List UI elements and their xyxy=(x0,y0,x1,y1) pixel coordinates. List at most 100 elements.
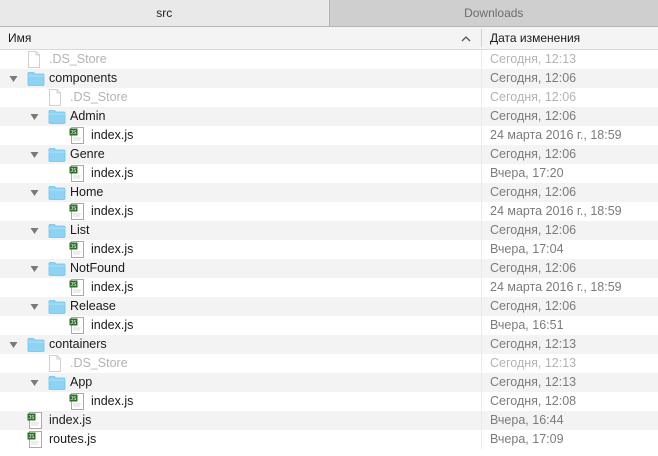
svg-text:JS: JS xyxy=(70,244,76,250)
column-separator xyxy=(481,373,482,392)
svg-text:JS: JS xyxy=(70,320,76,326)
date-modified: Сегодня, 12:06 xyxy=(490,71,577,85)
date-modified: Вчера, 17:20 xyxy=(490,166,564,180)
tab-src[interactable]: src xyxy=(0,0,330,26)
date-modified: 24 марта 2016 г., 18:59 xyxy=(490,280,622,294)
date-modified: Сегодня, 12:13 xyxy=(490,52,577,66)
date-modified: 24 марта 2016 г., 18:59 xyxy=(490,204,622,218)
column-separator xyxy=(481,221,482,240)
column-separator xyxy=(481,297,482,316)
file-row[interactable]: .DS_Store Сегодня, 12:13 xyxy=(0,354,658,373)
folder-row[interactable]: NotFound Сегодня, 12:06 xyxy=(0,259,658,278)
js-file-icon: JS xyxy=(69,317,87,334)
js-file-icon: JS xyxy=(69,127,87,144)
disclosure-triangle-icon[interactable] xyxy=(28,297,40,316)
document-icon xyxy=(48,89,66,106)
column-separator xyxy=(481,392,482,411)
folder-icon xyxy=(48,374,66,391)
date-modified: Сегодня, 12:13 xyxy=(490,375,577,389)
disclosure-triangle-icon[interactable] xyxy=(28,373,40,392)
tab-src-label: src xyxy=(156,6,173,20)
file-name: Genre xyxy=(70,147,105,161)
disclosure-triangle-icon[interactable] xyxy=(7,69,19,88)
sort-ascending-icon[interactable] xyxy=(456,27,476,49)
column-separator xyxy=(481,145,482,164)
folder-row[interactable]: App Сегодня, 12:13 xyxy=(0,373,658,392)
date-modified: Сегодня, 12:06 xyxy=(490,261,577,275)
js-file-icon: JS xyxy=(27,412,45,429)
file-name: .DS_Store xyxy=(70,356,128,370)
svg-text:JS: JS xyxy=(70,396,76,402)
folder-row[interactable]: containers Сегодня, 12:13 xyxy=(0,335,658,354)
svg-text:JS: JS xyxy=(70,206,76,212)
file-name: index.js xyxy=(91,318,134,332)
date-modified: Сегодня, 12:06 xyxy=(490,109,577,123)
file-row[interactable]: .DS_Store Сегодня, 12:13 xyxy=(0,50,658,69)
file-row[interactable]: JS index.js Вчера, 16:44 xyxy=(0,411,658,430)
disclosure-triangle-icon[interactable] xyxy=(28,259,40,278)
date-modified-column-header[interactable]: Дата изменения xyxy=(490,27,580,49)
tab-bar: src Downloads xyxy=(0,0,658,27)
tab-downloads[interactable]: Downloads xyxy=(329,0,658,26)
date-modified: Сегодня, 12:13 xyxy=(490,356,577,370)
js-file-icon: JS xyxy=(69,393,87,410)
js-file-icon: JS xyxy=(69,203,87,220)
column-divider[interactable] xyxy=(481,29,482,47)
folder-icon xyxy=(27,70,45,87)
file-row[interactable]: JS index.js Вчера, 16:51 xyxy=(0,316,658,335)
name-column-header[interactable]: Имя xyxy=(8,27,31,49)
js-file-icon: JS xyxy=(69,241,87,258)
file-row[interactable]: .DS_Store Сегодня, 12:06 xyxy=(0,88,658,107)
folder-icon xyxy=(48,260,66,277)
disclosure-triangle-icon[interactable] xyxy=(28,145,40,164)
disclosure-triangle-icon[interactable] xyxy=(28,183,40,202)
date-modified: Сегодня, 12:06 xyxy=(490,185,577,199)
svg-text:JS: JS xyxy=(70,130,76,136)
file-name: index.js xyxy=(91,204,134,218)
folder-row[interactable]: Home Сегодня, 12:06 xyxy=(0,183,658,202)
column-separator xyxy=(481,316,482,335)
file-row[interactable]: JS index.js Вчера, 17:20 xyxy=(0,164,658,183)
folder-icon xyxy=(27,336,45,353)
file-row[interactable]: JS index.js Сегодня, 12:08 xyxy=(0,392,658,411)
svg-text:JS: JS xyxy=(70,282,76,288)
file-name: Release xyxy=(70,299,116,313)
date-modified: Сегодня, 12:08 xyxy=(490,394,577,408)
disclosure-triangle-icon[interactable] xyxy=(7,335,19,354)
column-separator xyxy=(481,107,482,126)
column-separator xyxy=(481,88,482,107)
date-modified: Вчера, 16:51 xyxy=(490,318,564,332)
file-row[interactable]: JS routes.js Вчера, 17:09 xyxy=(0,430,658,449)
folder-icon xyxy=(48,108,66,125)
disclosure-triangle-icon[interactable] xyxy=(28,107,40,126)
folder-icon xyxy=(48,222,66,239)
file-row[interactable]: JS index.js 24 марта 2016 г., 18:59 xyxy=(0,126,658,145)
folder-row[interactable]: List Сегодня, 12:06 xyxy=(0,221,658,240)
tab-downloads-label: Downloads xyxy=(464,6,524,20)
file-name: index.js xyxy=(91,242,134,256)
document-icon xyxy=(48,355,66,372)
folder-icon xyxy=(48,184,66,201)
file-name: index.js xyxy=(91,394,134,408)
file-row[interactable]: JS index.js Вчера, 17:04 xyxy=(0,240,658,259)
file-name: routes.js xyxy=(49,432,97,446)
column-separator xyxy=(481,164,482,183)
js-file-icon: JS xyxy=(69,165,87,182)
file-name: index.js xyxy=(91,166,134,180)
folder-row[interactable]: components Сегодня, 12:06 xyxy=(0,69,658,88)
file-name: App xyxy=(70,375,93,389)
js-file-icon: JS xyxy=(69,279,87,296)
date-modified: Сегодня, 12:13 xyxy=(490,337,577,351)
file-list: .DS_Store Сегодня, 12:13 components Сегодня… xyxy=(0,50,658,449)
file-row[interactable]: JS index.js 24 марта 2016 г., 18:59 xyxy=(0,278,658,297)
disclosure-triangle-icon[interactable] xyxy=(28,221,40,240)
file-name: .DS_Store xyxy=(49,52,107,66)
file-name: .DS_Store xyxy=(70,90,128,104)
date-modified: Сегодня, 12:06 xyxy=(490,299,577,313)
folder-row[interactable]: Admin Сегодня, 12:06 xyxy=(0,107,658,126)
folder-row[interactable]: Release Сегодня, 12:06 xyxy=(0,297,658,316)
file-row[interactable]: JS index.js 24 марта 2016 г., 18:59 xyxy=(0,202,658,221)
date-modified: Вчера, 16:44 xyxy=(490,413,564,427)
folder-row[interactable]: Genre Сегодня, 12:06 xyxy=(0,145,658,164)
column-separator xyxy=(481,354,482,373)
